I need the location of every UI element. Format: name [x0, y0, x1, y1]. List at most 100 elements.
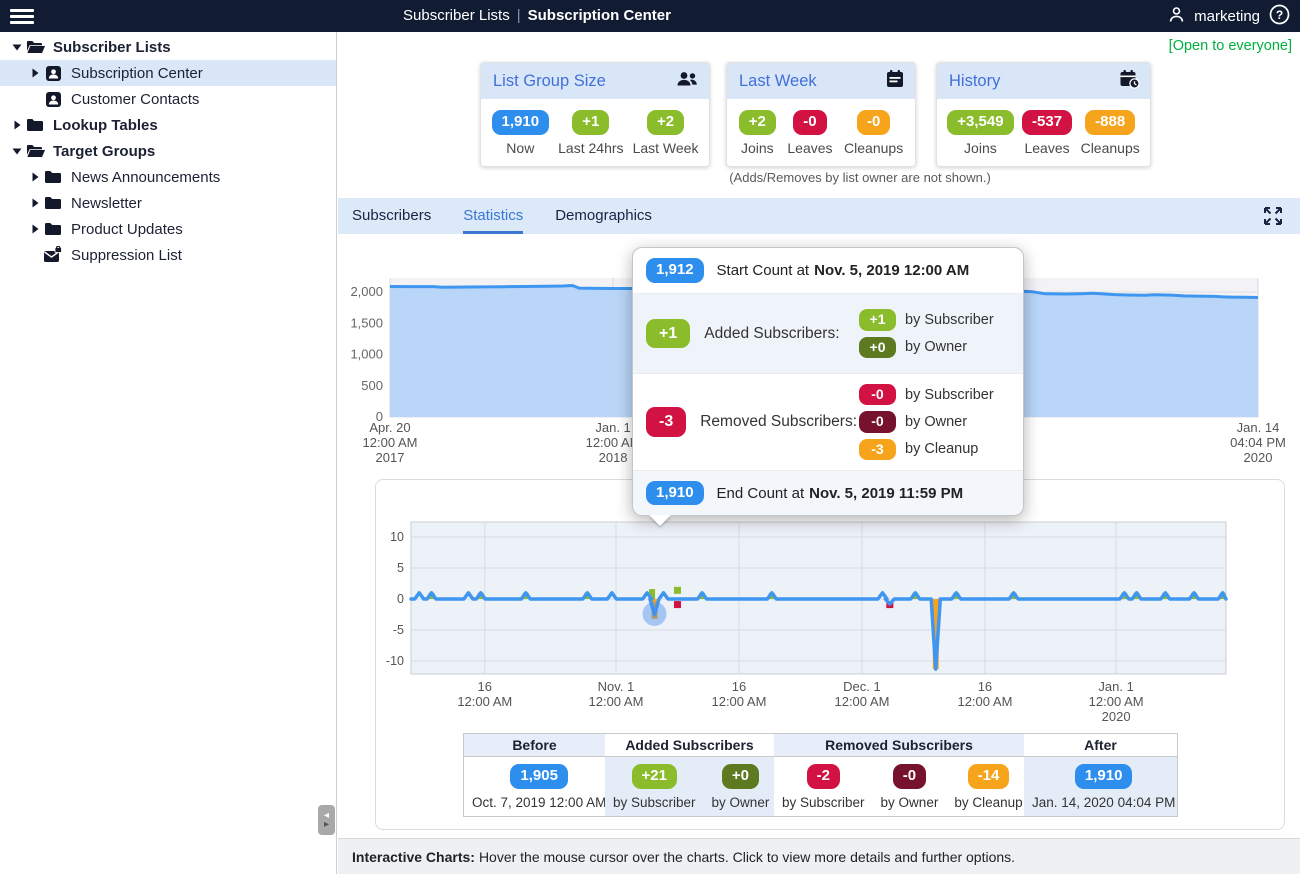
start-count-badge: 1,912 [646, 258, 704, 283]
card-list-group-size: List Group Size1,910Now+1Last 24hrs+2Las… [480, 62, 710, 167]
hovered-data-point[interactable] [643, 602, 667, 626]
caret-right-icon[interactable] [28, 224, 42, 234]
contact-card-icon [42, 65, 64, 82]
tab-statistics[interactable]: Statistics [463, 198, 523, 234]
card-history: History+3,549Joins-537Leaves-888Cleanups [936, 62, 1151, 167]
page-title: Subscription Center [528, 7, 671, 24]
sidebar-collapse-handle[interactable]: ◂▸ [318, 805, 335, 835]
stat-last-week: +2Last Week [633, 110, 699, 156]
caret-right-icon[interactable] [28, 172, 42, 182]
contact-card-icon [42, 91, 64, 108]
card-last-week: Last Week+2Joins-0Leaves-0Cleanups [726, 62, 916, 167]
card-title: Last Week [739, 72, 885, 91]
fullscreen-icon[interactable] [1262, 205, 1284, 227]
svg-text:2017: 2017 [376, 450, 405, 465]
removed-total-badge: -3 [646, 407, 686, 437]
stat-label: Joins [741, 140, 774, 156]
stat-cleanups: -888Cleanups [1081, 110, 1140, 156]
added-total-badge: +1 [646, 319, 690, 349]
stat-last-24hrs: +1 Last 24hrs [558, 110, 623, 156]
stat-label: Cleanups [844, 140, 903, 156]
svg-text:1,000: 1,000 [350, 347, 383, 362]
sidebar-item-newsletter[interactable]: Newsletter [0, 190, 336, 216]
folder-icon [42, 169, 64, 185]
breakdown-by-subscriber: -0by Subscriber [859, 384, 1010, 405]
svg-text:Jan. 1: Jan. 1 [595, 420, 630, 435]
mail-lock-icon [42, 246, 64, 264]
list-access-status: [Open to everyone] [1169, 38, 1292, 54]
sidebar-item-suppression-list[interactable]: Suppression List [0, 242, 336, 268]
sidebar-item-lookup-tables[interactable]: Lookup Tables [0, 112, 336, 138]
stat-cleanups: -0Cleanups [844, 110, 903, 156]
sidebar-item-product-updates[interactable]: Product Updates [0, 216, 336, 242]
tooltip-start-row: 1,912 Start Count atNov. 5, 2019 12:00 A… [633, 248, 1023, 294]
svg-text:2020: 2020 [1244, 450, 1273, 465]
svg-text:0: 0 [397, 592, 404, 606]
stat-value-badge: -537 [1022, 110, 1072, 135]
sidebar-item-news-announcements[interactable]: News Announcements [0, 164, 336, 190]
caret-right-icon[interactable] [28, 198, 42, 208]
sidebar-item-subscriber-lists[interactable]: Subscriber Lists [0, 34, 336, 60]
stat-leaves: -0Leaves [787, 110, 832, 156]
svg-text:12:00 AM: 12:00 AM [457, 694, 512, 709]
summary-group-header: Before [464, 734, 605, 757]
svg-text:04:04 PM: 04:04 PM [1230, 435, 1286, 450]
svg-text:10: 10 [390, 530, 404, 544]
daily-changes-line-chart[interactable]: 1050-5-101612:00 AMNov. 112:00 AM1612:00… [376, 480, 1284, 725]
user-menu[interactable]: marketing [1194, 8, 1260, 25]
top-navbar: Subscriber Lists|Subscription Center mar… [0, 0, 1300, 32]
caret-right-icon[interactable] [10, 120, 24, 130]
stat-value-badge: +2 [739, 110, 776, 135]
summary-group-header: Removed Subscribers [774, 734, 1024, 757]
svg-text:500: 500 [361, 378, 383, 393]
stat-value-badge: -0 [793, 110, 826, 135]
tab-demographics[interactable]: Demographics [555, 198, 652, 234]
stat-label: Cleanups [1081, 140, 1140, 156]
svg-text:Apr. 20: Apr. 20 [369, 420, 410, 435]
svg-text:Dec. 1: Dec. 1 [843, 679, 881, 694]
svg-text:2020: 2020 [1102, 709, 1131, 724]
chart-tooltip: 1,912 Start Count atNov. 5, 2019 12:00 A… [632, 247, 1024, 516]
stat-label: Now [506, 140, 534, 156]
card-title: History [949, 72, 1119, 91]
svg-text:Jan. 14: Jan. 14 [1237, 420, 1280, 435]
sidebar-item-subscription-center[interactable]: Subscription Center [0, 60, 336, 86]
summary-group-before: Before1,905Oct. 7, 2019 12:00 AM [464, 734, 605, 816]
period-summary-table: Before1,905Oct. 7, 2019 12:00 AMAdded Su… [463, 733, 1178, 817]
sidebar-item-target-groups[interactable]: Target Groups [0, 138, 336, 164]
stat-value-badge: +1 [572, 110, 609, 135]
caret-down-icon[interactable] [10, 42, 24, 52]
breakdown-by-subscriber: +1by Subscriber [859, 309, 1010, 330]
svg-text:12:00 AM: 12:00 AM [711, 694, 766, 709]
svg-text:?: ? [1276, 8, 1283, 22]
folder-icon [42, 221, 64, 237]
caret-right-icon[interactable] [28, 68, 42, 78]
caret-down-icon[interactable] [10, 146, 24, 156]
summary-group-header: After [1024, 734, 1177, 757]
stat-label: Last 24hrs [558, 140, 623, 156]
summary-group-header: Added Subscribers [605, 734, 774, 757]
help-icon[interactable]: ? [1269, 4, 1290, 29]
svg-text:12:00 AM: 12:00 AM [589, 694, 644, 709]
svg-text:1,500: 1,500 [350, 315, 383, 330]
tooltip-removed-row: -3 Removed Subscribers: -0by Subscriber-… [633, 374, 1023, 471]
breadcrumb-section: Subscriber Lists [403, 7, 510, 24]
svg-text:12:00 AM: 12:00 AM [1089, 694, 1144, 709]
tab-subscribers[interactable]: Subscribers [352, 198, 431, 234]
sidebar-tree: Subscriber ListsSubscription CenterCusto… [0, 32, 337, 874]
svg-text:Jan. 1: Jan. 1 [1098, 679, 1133, 694]
summary-group-after: After1,910Jan. 14, 2020 04:04 PM [1024, 734, 1177, 816]
folder-icon [42, 195, 64, 211]
sidebar-item-customer-contacts[interactable]: Customer Contacts [0, 86, 336, 112]
svg-text:5: 5 [397, 561, 404, 575]
stat-leaves: -537 Leaves [1022, 110, 1072, 156]
summary-group-added-subscribers: Added Subscribers+21by Subscriber+0by Ow… [605, 734, 774, 816]
stat-label: Leaves [1024, 140, 1069, 156]
tab-bar: Subscribers Statistics Demographics [338, 198, 1300, 234]
user-icon [1168, 6, 1185, 27]
interactive-charts-note: Interactive Charts:Hover the mouse curso… [338, 838, 1300, 874]
summary-group-removed-subscribers: Removed Subscribers-2by Subscriber-0by O… [774, 734, 1024, 816]
hamburger-menu-icon[interactable] [10, 6, 34, 26]
card-title: List Group Size [493, 72, 675, 91]
svg-text:16: 16 [978, 679, 992, 694]
